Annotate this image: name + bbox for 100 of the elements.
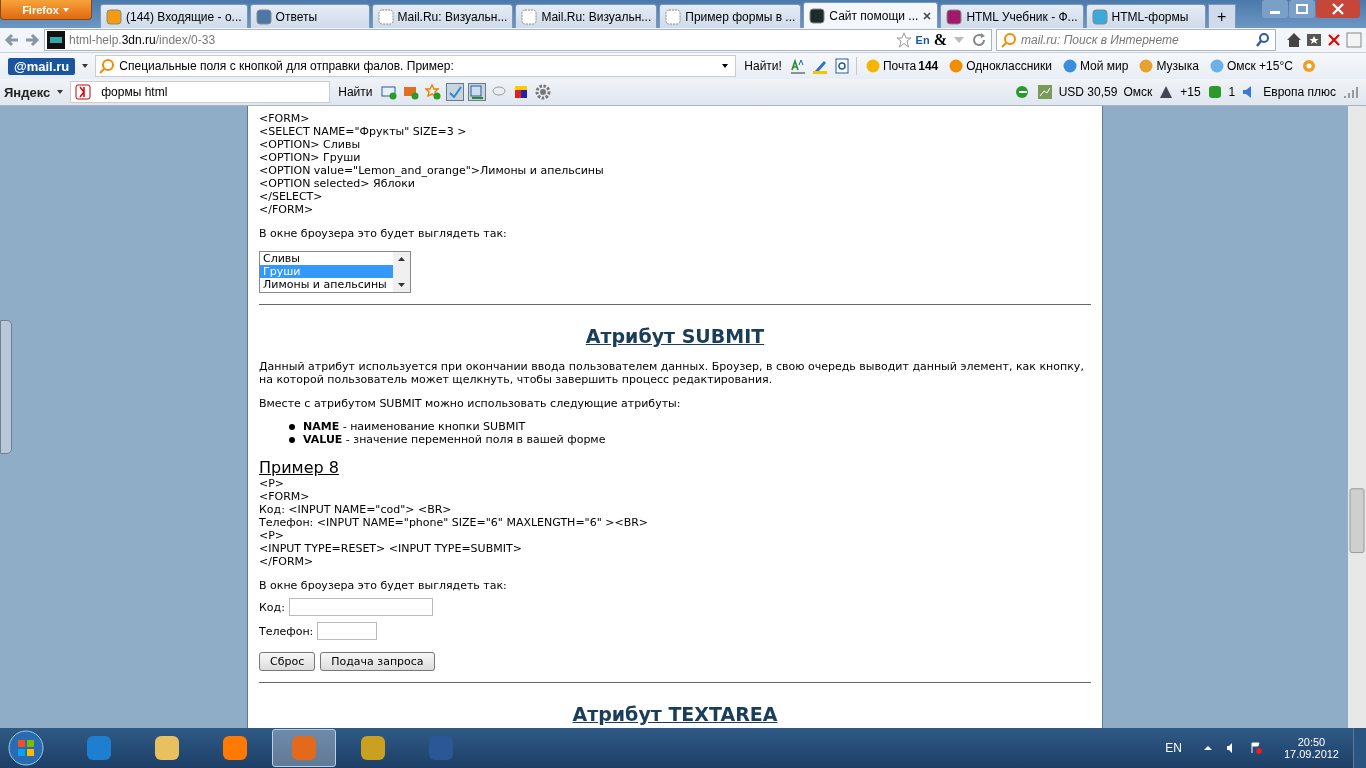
browser-tab[interactable]: HTML-формы: [1085, 4, 1206, 28]
paragraph: Вместе с атрибутом SUBMIT можно использовать следующие атрибуты:: [259, 397, 682, 410]
radio-station[interactable]: Европа плюс: [1263, 85, 1336, 99]
input-field[interactable]: [317, 622, 378, 640]
site-icon: [377, 8, 394, 25]
code-line: </SELECT>: [259, 190, 324, 203]
site-icon: [106, 8, 122, 25]
toolbar-link[interactable]: Мой мир: [1059, 58, 1131, 74]
shield-icon[interactable]: [1326, 32, 1342, 48]
back-icon[interactable]: [4, 32, 20, 48]
search-icon[interactable]: [1255, 32, 1271, 48]
home-icon[interactable]: [1286, 32, 1302, 48]
temperature[interactable]: +15: [1180, 85, 1201, 99]
list-option[interactable]: Лимоны и апельсины: [260, 278, 393, 291]
cube-icon[interactable]: [512, 84, 529, 100]
clock-time[interactable]: 20:50: [1297, 736, 1326, 748]
site-icon: [521, 8, 538, 25]
search-field[interactable]: Специальные поля с кнопкой для отправки фалов. Пример:: [95, 55, 737, 77]
scrollbar-drawing[interactable]: [1348, 106, 1366, 728]
page-zoom-icon[interactable]: [833, 58, 850, 74]
ampersand-button[interactable]: &: [933, 31, 947, 49]
find-button[interactable]: Найти!: [742, 59, 784, 73]
form-button[interactable]: Сброс: [259, 652, 316, 671]
search-field[interactable]: mail.ru: Поиск в Интернете: [996, 29, 1276, 51]
forward-icon[interactable]: [24, 32, 40, 48]
code-line: Код: <INPUT NAME="cod"> <BR>: [259, 503, 453, 516]
browser-tab[interactable]: Пример формы в ...: [659, 4, 802, 28]
link-icon: [948, 58, 965, 74]
bookmarks-icon[interactable]: [1306, 32, 1322, 48]
note-text: В окне броузера это будет выглядеть так:: [259, 579, 508, 592]
new-tab-button[interactable]: +: [1207, 4, 1236, 28]
form-button[interactable]: Подача запроса: [320, 652, 435, 671]
field-label: Телефон:: [259, 624, 314, 638]
star-icon[interactable]: [424, 84, 441, 100]
currency-rate[interactable]: USD 30,59: [1058, 85, 1118, 99]
dropdown-icon[interactable]: [721, 62, 730, 70]
sidebar-handle[interactable]: [0, 320, 12, 454]
toolbar-link[interactable]: Омск +15°C: [1206, 58, 1295, 74]
browser-tab[interactable]: Mail.Ru: Визуальн...: [371, 4, 514, 28]
dropdown-icon[interactable]: [56, 88, 65, 96]
close-icon[interactable]: [1316, 0, 1360, 18]
list-option[interactable]: Сливы: [260, 252, 393, 265]
code-line: Телефон: <INPUT NAME="phone" SIZE="6" MAXLENGTH="6" ><BR>: [259, 516, 650, 529]
code-line: <OPTION> Сливы: [259, 138, 362, 151]
flag-icon[interactable]: [1249, 742, 1262, 754]
code-line: <OPTION> Груши: [259, 151, 362, 164]
star-icon[interactable]: [895, 32, 912, 48]
browser-tab[interactable]: Сайт помощи ...: [803, 2, 939, 28]
field-label: Код:: [259, 600, 285, 614]
list-box[interactable]: Сливы Груши Лимоны и апельсины: [259, 251, 411, 293]
close-icon[interactable]: [922, 10, 933, 21]
gear-icon[interactable]: [1300, 58, 1317, 74]
restore-icon[interactable]: [1289, 0, 1315, 18]
key-icon[interactable]: [1014, 84, 1031, 100]
app-icon: [358, 733, 388, 763]
scrollbar-drawing[interactable]: [393, 252, 410, 292]
font-size-icon[interactable]: [789, 58, 806, 74]
input-field[interactable]: [288, 598, 433, 616]
settings-icon[interactable]: [534, 84, 551, 100]
yandex-icon: [75, 84, 92, 100]
mail-icon[interactable]: [380, 84, 397, 100]
app-icon: [152, 733, 182, 763]
clock-date[interactable]: 17.09.2012: [1283, 748, 1339, 760]
city-label[interactable]: Омск: [1123, 85, 1153, 99]
browser-tab[interactable]: Mail.Ru: Визуальн...: [515, 4, 658, 28]
start-button[interactable]: [6, 728, 46, 768]
browser-tab[interactable]: (144) Входящие - о...: [100, 4, 248, 28]
app-icon: [84, 733, 114, 763]
taskbar-app[interactable]: [272, 729, 336, 767]
link-icon: [1061, 58, 1078, 74]
mailru-logo[interactable]: @mail.ru: [8, 57, 76, 75]
search-field[interactable]: формы html: [70, 81, 331, 103]
chart-icon: [1036, 84, 1053, 100]
code-line: <FORM>: [259, 112, 311, 125]
pencil-icon[interactable]: [811, 58, 828, 74]
wallet-icon[interactable]: [402, 84, 419, 100]
link-icon: [1138, 58, 1155, 74]
find-button[interactable]: Найти: [336, 85, 375, 99]
app-icon: [289, 733, 319, 763]
spellcheck-icon[interactable]: [446, 84, 463, 100]
toolbar-link[interactable]: Музыка: [1136, 58, 1201, 74]
reload-icon[interactable]: [971, 32, 987, 48]
toolbar-link[interactable]: Одноклассники: [946, 58, 1054, 74]
search-engine-icon[interactable]: [1001, 32, 1017, 48]
translate-icon[interactable]: [468, 84, 485, 100]
dropdown-icon[interactable]: [81, 62, 90, 70]
address-bar[interactable]: html-help.3dn.ru/index/0-33 En &: [44, 29, 992, 51]
bullet-icon: [289, 423, 295, 430]
code-line: <OPTION selected> Яблоки: [259, 177, 416, 190]
site-icon: [809, 7, 826, 24]
browser-tab[interactable]: HTML Учебник - Ф...: [940, 4, 1084, 28]
language-indicator[interactable]: EN: [1165, 741, 1182, 755]
traffic-level[interactable]: 1: [1228, 85, 1236, 99]
minimize-icon[interactable]: [1262, 0, 1288, 18]
toolbar-link[interactable]: Почта 144: [862, 58, 941, 74]
yandex-logo[interactable]: Яндекс: [4, 84, 51, 100]
language-badge[interactable]: En: [915, 34, 930, 46]
browser-tab[interactable]: Ответы: [249, 4, 370, 28]
link-icon: [864, 58, 881, 74]
paragraph: Данный атрибут используется при окончании ввода пользователем данных. Броузер, в свою очередь выводит данный элемент, как кнопку, на которой пользователь может щелкнуть, чтобы завершить процесс редактирования.: [259, 360, 1085, 386]
